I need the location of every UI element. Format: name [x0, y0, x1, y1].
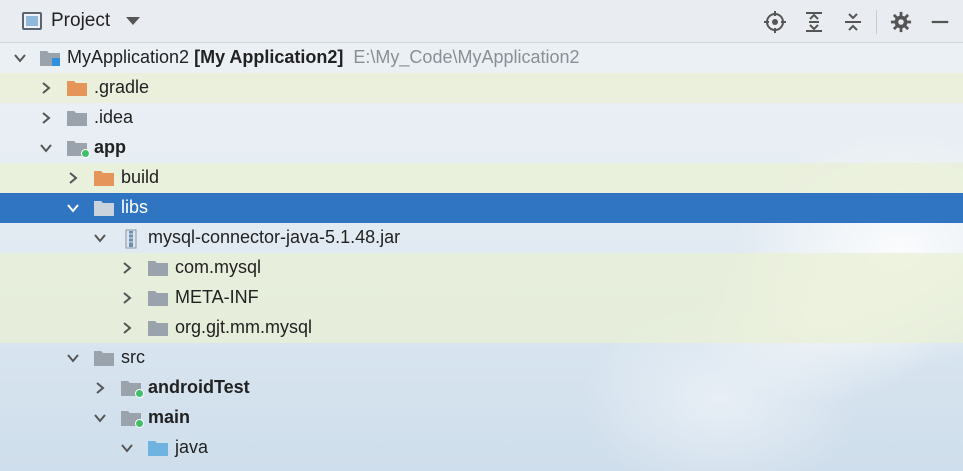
tree-row[interactable]: .gradle: [0, 73, 963, 103]
tree-label: .idea: [94, 107, 134, 127]
module-dot: [135, 419, 144, 428]
module-folder-icon: [66, 139, 90, 158]
source-root-icon: [120, 409, 144, 428]
tree-label: libs: [121, 197, 149, 217]
tree-row[interactable]: main: [0, 403, 963, 433]
module-folder-icon: [39, 49, 61, 67]
tree-label: main: [148, 407, 191, 427]
tree-label: androidTest: [148, 377, 250, 397]
orange-folder-icon: [66, 79, 88, 97]
tree-row[interactable]: .idea: [0, 103, 963, 133]
module-name: [My Application2]: [194, 47, 344, 67]
module-dot: [81, 149, 90, 158]
chevron-down-icon: [126, 17, 141, 25]
tree-label: java: [175, 437, 209, 457]
blue-folder-icon: [147, 439, 169, 457]
chevron-down-icon[interactable]: [119, 440, 135, 456]
tree-row[interactable]: META-INF: [0, 283, 963, 313]
tree-label: META-INF: [175, 287, 259, 307]
view-selector[interactable]: Project: [22, 10, 141, 32]
tree-row[interactable]: build: [0, 163, 963, 193]
tree-row-selected[interactable]: libs: [0, 193, 963, 223]
tree-label: mysql-connector-java-5.1.48.jar: [148, 227, 401, 247]
hide-icon[interactable]: [925, 7, 955, 37]
locate-icon[interactable]: [760, 7, 790, 37]
tree-row[interactable]: java: [0, 433, 963, 463]
tree-label: app: [94, 137, 127, 157]
module-dot: [135, 389, 144, 398]
tree-row[interactable]: mysql-connector-java-5.1.48.jar: [0, 223, 963, 253]
tree-label: MyApplication2: [67, 47, 190, 67]
folder-icon: [93, 199, 115, 217]
package-folder-icon: [147, 289, 169, 307]
chevron-down-icon[interactable]: [92, 230, 108, 246]
package-folder-icon: [147, 259, 169, 277]
project-toolbar: Project: [0, 0, 963, 43]
tree-row[interactable]: org.gjt.mm.mysql: [0, 313, 963, 343]
folder-icon: [93, 349, 115, 367]
project-view-icon: [22, 12, 42, 30]
chevron-right-icon[interactable]: [119, 290, 135, 306]
collapse-all-icon[interactable]: [838, 7, 868, 37]
chevron-right-icon[interactable]: [65, 170, 81, 186]
tree-label: build: [121, 167, 160, 187]
tree-label: src: [121, 347, 145, 367]
chevron-right-icon[interactable]: [119, 260, 135, 276]
chevron-down-icon[interactable]: [12, 50, 28, 66]
chevron-down-icon[interactable]: [38, 140, 54, 156]
tree-row[interactable]: app: [0, 133, 963, 163]
chevron-right-icon[interactable]: [119, 320, 135, 336]
tree-row[interactable]: src: [0, 343, 963, 373]
tree-label: .gradle: [94, 77, 150, 97]
tree-row[interactable]: androidTest: [0, 373, 963, 403]
tree-label: com.mysql: [175, 257, 262, 277]
chevron-down-icon[interactable]: [65, 350, 81, 366]
jar-icon: [122, 229, 144, 249]
chevron-down-icon[interactable]: [65, 200, 81, 216]
toolbar-separator: [876, 9, 877, 34]
folder-icon: [66, 109, 88, 127]
chevron-right-icon[interactable]: [38, 110, 54, 126]
tree-row[interactable]: com.mysql: [0, 253, 963, 283]
expand-all-icon[interactable]: [799, 7, 829, 37]
package-folder-icon: [147, 319, 169, 337]
project-tree: MyApplication2 [My Application2] E:\My_Co…: [0, 43, 963, 463]
source-root-icon: [120, 379, 144, 398]
toolbar-actions: [751, 0, 955, 43]
tree-row[interactable]: MyApplication2 [My Application2] E:\My_Co…: [0, 43, 963, 73]
settings-icon[interactable]: [886, 7, 916, 37]
chevron-right-icon[interactable]: [38, 80, 54, 96]
project-path: E:\My_Code\MyApplication2: [353, 47, 580, 67]
chevron-down-icon[interactable]: [92, 410, 108, 426]
view-label: Project: [51, 10, 111, 31]
orange-folder-icon: [93, 169, 115, 187]
chevron-right-icon[interactable]: [92, 380, 108, 396]
tree-label: org.gjt.mm.mysql: [175, 317, 313, 337]
